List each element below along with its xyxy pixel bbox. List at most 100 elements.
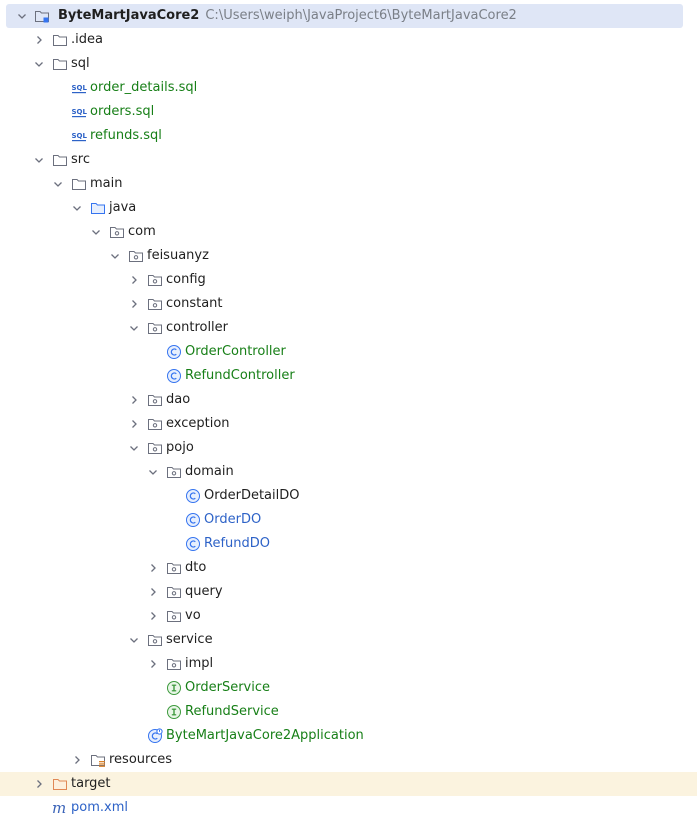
- tree-node-exception[interactable]: exception: [0, 412, 697, 436]
- tree-node-query[interactable]: query: [0, 580, 697, 604]
- chevron-down-icon[interactable]: [33, 154, 45, 166]
- tree-node-label: OrderDetailDO: [204, 488, 300, 503]
- project-name: ByteMartJavaCore2: [58, 8, 200, 23]
- tree-node-label: java: [109, 200, 137, 215]
- tree-node-idea[interactable]: .idea: [0, 28, 697, 52]
- chevron-down-icon[interactable]: [90, 226, 102, 238]
- tree-node-pojo[interactable]: pojo: [0, 436, 697, 460]
- tree-node-impl[interactable]: impl: [0, 652, 697, 676]
- chevron-right-icon[interactable]: [147, 610, 159, 622]
- tree-node-label: OrderService: [185, 680, 270, 695]
- excluded-folder-icon: [52, 776, 68, 792]
- tree-node-label: src: [71, 152, 90, 167]
- tree-node-label: domain: [185, 464, 234, 479]
- tree-node-orderservice[interactable]: OrderService: [0, 676, 697, 700]
- tree-node-orders-sql[interactable]: SQL orders.sql: [0, 100, 697, 124]
- tree-node-domain[interactable]: domain: [0, 460, 697, 484]
- package-icon: [109, 224, 125, 240]
- tree-node-label: impl: [185, 656, 214, 671]
- tree-node-resources[interactable]: resources: [0, 748, 697, 772]
- chevron-down-icon[interactable]: [16, 10, 28, 22]
- package-icon: [147, 296, 163, 312]
- package-icon: [147, 440, 163, 456]
- tree-node-refundcontroller[interactable]: RefundController: [0, 364, 697, 388]
- tree-node-dto[interactable]: dto: [0, 556, 697, 580]
- chevron-right-icon[interactable]: [128, 394, 140, 406]
- chevron-right-icon[interactable]: [128, 418, 140, 430]
- chevron-right-icon[interactable]: [33, 34, 45, 46]
- svg-text:SQL: SQL: [72, 132, 88, 140]
- chevron-down-icon[interactable]: [52, 178, 64, 190]
- tree-node-main[interactable]: main: [0, 172, 697, 196]
- tree-node-service[interactable]: service: [0, 628, 697, 652]
- tree-node-order-details-sql[interactable]: SQL order_details.sql: [0, 76, 697, 100]
- tree-node-ordercontroller[interactable]: OrderController: [0, 340, 697, 364]
- folder-icon: [52, 32, 68, 48]
- tree-node-label: exception: [166, 416, 230, 431]
- tree-node-vo[interactable]: vo: [0, 604, 697, 628]
- chevron-right-icon[interactable]: [147, 562, 159, 574]
- svg-text:m: m: [52, 800, 66, 816]
- tree-node-sql[interactable]: sql: [0, 52, 697, 76]
- chevron-down-icon[interactable]: [128, 634, 140, 646]
- tree-node-com[interactable]: com: [0, 220, 697, 244]
- tree-node-src[interactable]: src: [0, 148, 697, 172]
- class-icon: [166, 368, 182, 384]
- folder-icon: [52, 56, 68, 72]
- class-icon: [166, 344, 182, 360]
- tree-node-label: pom.xml: [71, 800, 128, 815]
- tree-node-label: dto: [185, 560, 207, 575]
- tree-node-label: config: [166, 272, 206, 287]
- tree-node-label: resources: [109, 752, 173, 767]
- svg-text:SQL: SQL: [72, 84, 88, 92]
- chevron-right-icon[interactable]: [71, 754, 83, 766]
- tree-node-label: sql: [71, 56, 90, 71]
- tree-node-bytemartjavacore2application[interactable]: ByteMartJavaCore2Application: [0, 724, 697, 748]
- tree-node-refundservice[interactable]: RefundService: [0, 700, 697, 724]
- tree-node-label: dao: [166, 392, 191, 407]
- tree-node-feisuanyz[interactable]: feisuanyz: [0, 244, 697, 268]
- interface-icon: [166, 680, 182, 696]
- tree-node-label: vo: [185, 608, 201, 623]
- chevron-right-icon[interactable]: [147, 658, 159, 670]
- tree-node-refunds-sql[interactable]: SQL refunds.sql: [0, 124, 697, 148]
- tree-node-refunddo[interactable]: RefundDO: [0, 532, 697, 556]
- package-icon: [166, 656, 182, 672]
- chevron-right-icon[interactable]: [128, 274, 140, 286]
- tree-node-target[interactable]: target: [0, 772, 697, 796]
- tree-node-constant[interactable]: constant: [0, 292, 697, 316]
- tree-node-label: service: [166, 632, 213, 647]
- tree-node-label: OrderDO: [204, 512, 262, 527]
- tree-node-project-root[interactable]: ByteMartJavaCore2 C:\Users\weiph\JavaProj…: [6, 4, 683, 28]
- chevron-down-icon[interactable]: [109, 250, 121, 262]
- chevron-down-icon[interactable]: [71, 202, 83, 214]
- package-icon: [166, 584, 182, 600]
- tree-node-label: constant: [166, 296, 223, 311]
- chevron-down-icon[interactable]: [128, 322, 140, 334]
- folder-icon: [71, 176, 87, 192]
- sql-file-icon: SQL: [71, 104, 87, 120]
- chevron-right-icon[interactable]: [128, 298, 140, 310]
- chevron-down-icon[interactable]: [33, 58, 45, 70]
- tree-node-config[interactable]: config: [0, 268, 697, 292]
- tree-node-controller[interactable]: controller: [0, 316, 697, 340]
- tree-node-label: controller: [166, 320, 229, 335]
- chevron-down-icon[interactable]: [128, 442, 140, 454]
- chevron-right-icon[interactable]: [147, 586, 159, 598]
- tree-node-orderdetaildo[interactable]: OrderDetailDO: [0, 484, 697, 508]
- class-icon: [185, 536, 201, 552]
- tree-node-java[interactable]: java: [0, 196, 697, 220]
- interface-icon: [166, 704, 182, 720]
- tree-node-label: target: [71, 776, 111, 791]
- tree-node-orderdo[interactable]: OrderDO: [0, 508, 697, 532]
- module-folder-icon: [34, 8, 50, 24]
- spring-boot-app-icon: [147, 728, 163, 744]
- tree-node-pom-xml[interactable]: m pom.xml: [0, 796, 697, 820]
- project-path: C:\Users\weiph\JavaProject6\ByteMartJava…: [205, 8, 517, 23]
- sql-file-icon: SQL: [71, 128, 87, 144]
- tree-node-dao[interactable]: dao: [0, 388, 697, 412]
- chevron-right-icon[interactable]: [33, 778, 45, 790]
- chevron-down-icon[interactable]: [147, 466, 159, 478]
- package-icon: [166, 608, 182, 624]
- package-icon: [147, 320, 163, 336]
